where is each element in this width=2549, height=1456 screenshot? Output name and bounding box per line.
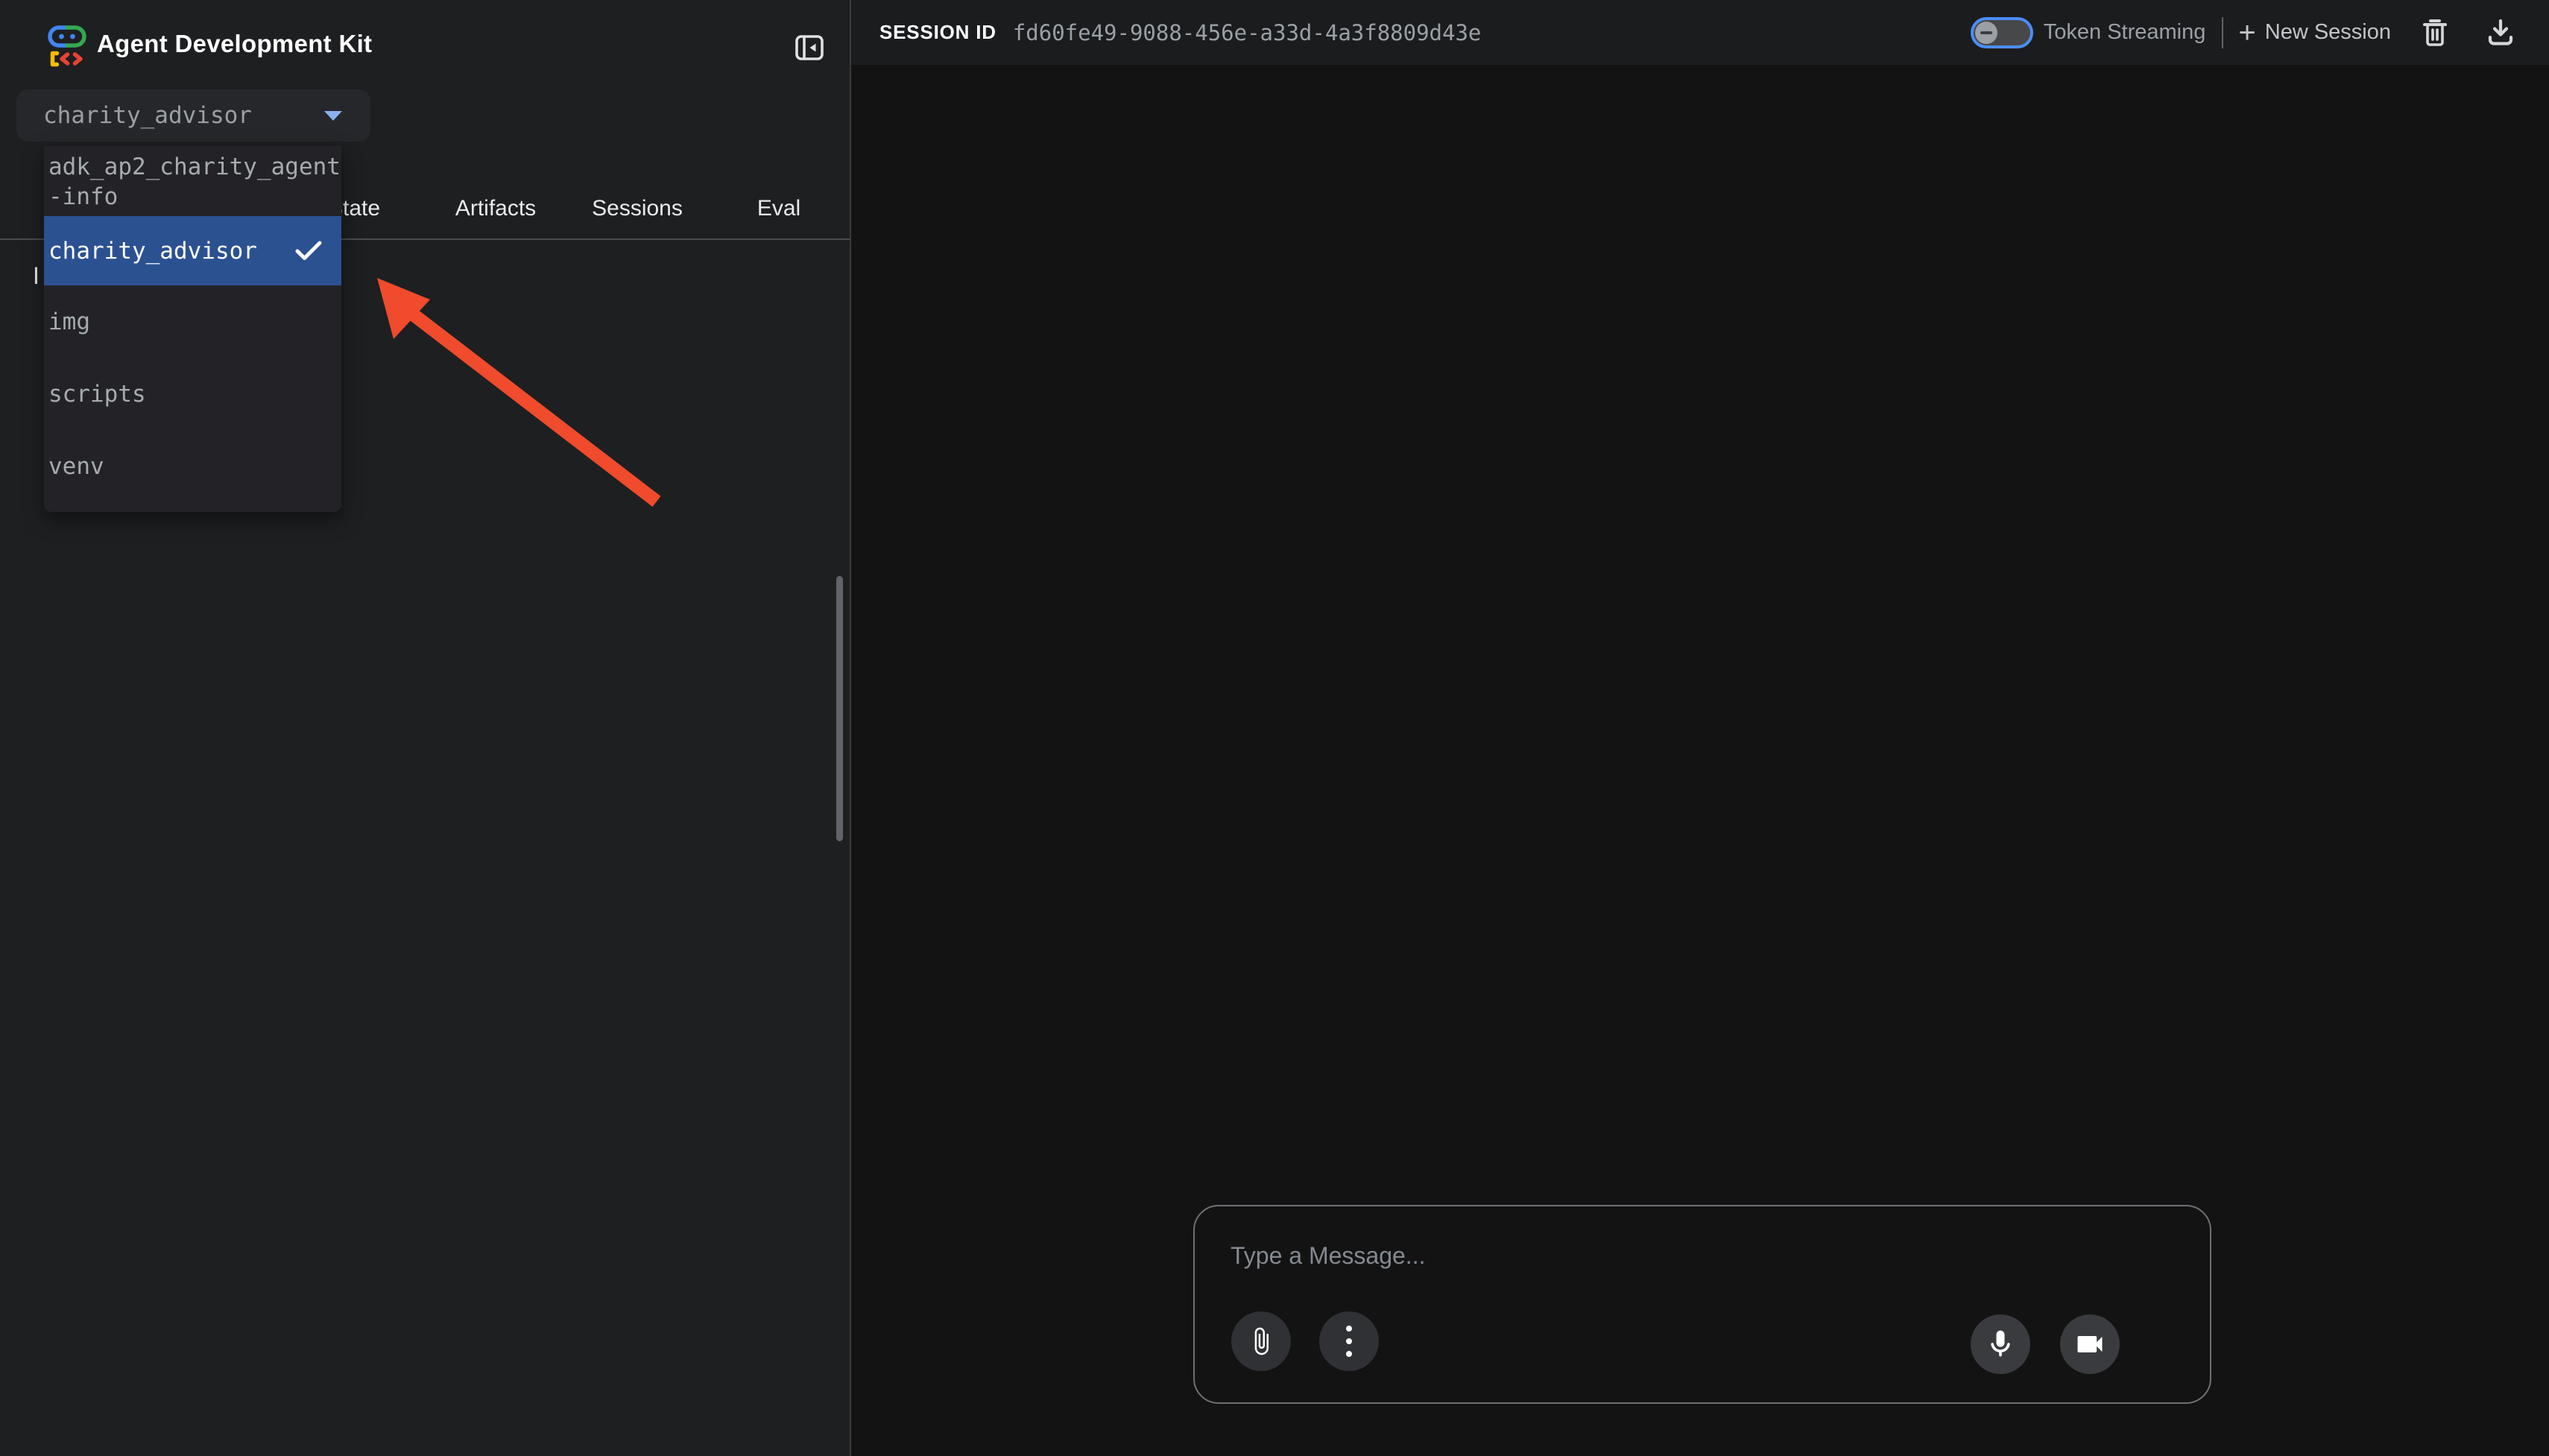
- export-session-button[interactable]: [2485, 17, 2516, 48]
- sidebar: Agent Development Kit charity_advisor St…: [0, 0, 850, 1456]
- more-options-button[interactable]: [1319, 1311, 1379, 1371]
- plus-icon: +: [2238, 22, 2255, 44]
- dropdown-option[interactable]: img: [44, 285, 341, 358]
- tab-eval[interactable]: Eval: [708, 179, 850, 238]
- topbar-actions: Token Streaming + New Session: [1971, 16, 2549, 50]
- mic-icon: [1984, 1328, 2017, 1361]
- download-icon: [2485, 17, 2516, 48]
- agent-select[interactable]: charity_advisor: [16, 89, 370, 142]
- dropdown-option[interactable]: adk_ap2_charity_agent-info: [44, 146, 341, 216]
- video-button[interactable]: [2060, 1314, 2120, 1374]
- divider: [2222, 17, 2223, 48]
- session-id-value: fd60fe49-9088-456e-a33d-4a3f8809d43e: [1013, 20, 1482, 45]
- more-vert-icon: [1346, 1326, 1352, 1357]
- session-id-label: SESSION ID: [879, 21, 996, 44]
- chat-topbar: SESSION ID fd60fe49-9088-456e-a33d-4a3f8…: [851, 0, 2549, 65]
- videocam-icon: [2073, 1328, 2106, 1361]
- attach-file-button[interactable]: [1231, 1311, 1291, 1371]
- dropdown-option[interactable]: scripts: [44, 358, 341, 430]
- minus-icon: [1980, 31, 1992, 34]
- dropdown-option[interactable]: venv: [44, 430, 341, 502]
- message-input[interactable]: [1229, 1233, 1974, 1278]
- adk-app-window: Agent Development Kit charity_advisor St…: [0, 0, 2549, 1456]
- delete-session-button[interactable]: [2419, 16, 2451, 50]
- token-streaming-label: Token Streaming: [2044, 20, 2206, 45]
- trash-icon: [2419, 16, 2451, 50]
- app-title: Agent Development Kit: [97, 0, 372, 88]
- tab-artifacts[interactable]: Artifacts: [425, 179, 566, 238]
- message-input-box: [1193, 1205, 2211, 1404]
- session-id-group: SESSION ID fd60fe49-9088-456e-a33d-4a3f8…: [879, 20, 1481, 45]
- dropdown-caret-icon: [324, 111, 342, 121]
- new-session-button[interactable]: + New Session: [2238, 20, 2391, 45]
- obscured-text-fragment: I: [33, 262, 40, 290]
- agent-select-value: charity_advisor: [43, 102, 252, 129]
- collapse-sidebar-button[interactable]: [792, 30, 827, 66]
- sidebar-header: Agent Development Kit: [0, 0, 850, 88]
- paperclip-icon: [1246, 1326, 1276, 1356]
- sidebar-scrollbar[interactable]: [836, 576, 843, 841]
- dropdown-option-selected[interactable]: charity_advisor: [44, 216, 341, 285]
- toggle-off-icon: [1975, 22, 1997, 44]
- tab-sessions[interactable]: Sessions: [566, 179, 708, 238]
- dropdown-option-label: charity_advisor: [48, 238, 257, 265]
- mic-button[interactable]: [1971, 1314, 2030, 1374]
- adk-robot-logo-icon: [46, 24, 88, 69]
- collapse-sidebar-icon: [792, 31, 827, 65]
- token-streaming-toggle[interactable]: [1971, 17, 2033, 48]
- check-icon: [295, 241, 322, 262]
- agent-dropdown-menu: adk_ap2_charity_agent-info charity_advis…: [44, 146, 341, 512]
- new-session-label: New Session: [2265, 20, 2391, 45]
